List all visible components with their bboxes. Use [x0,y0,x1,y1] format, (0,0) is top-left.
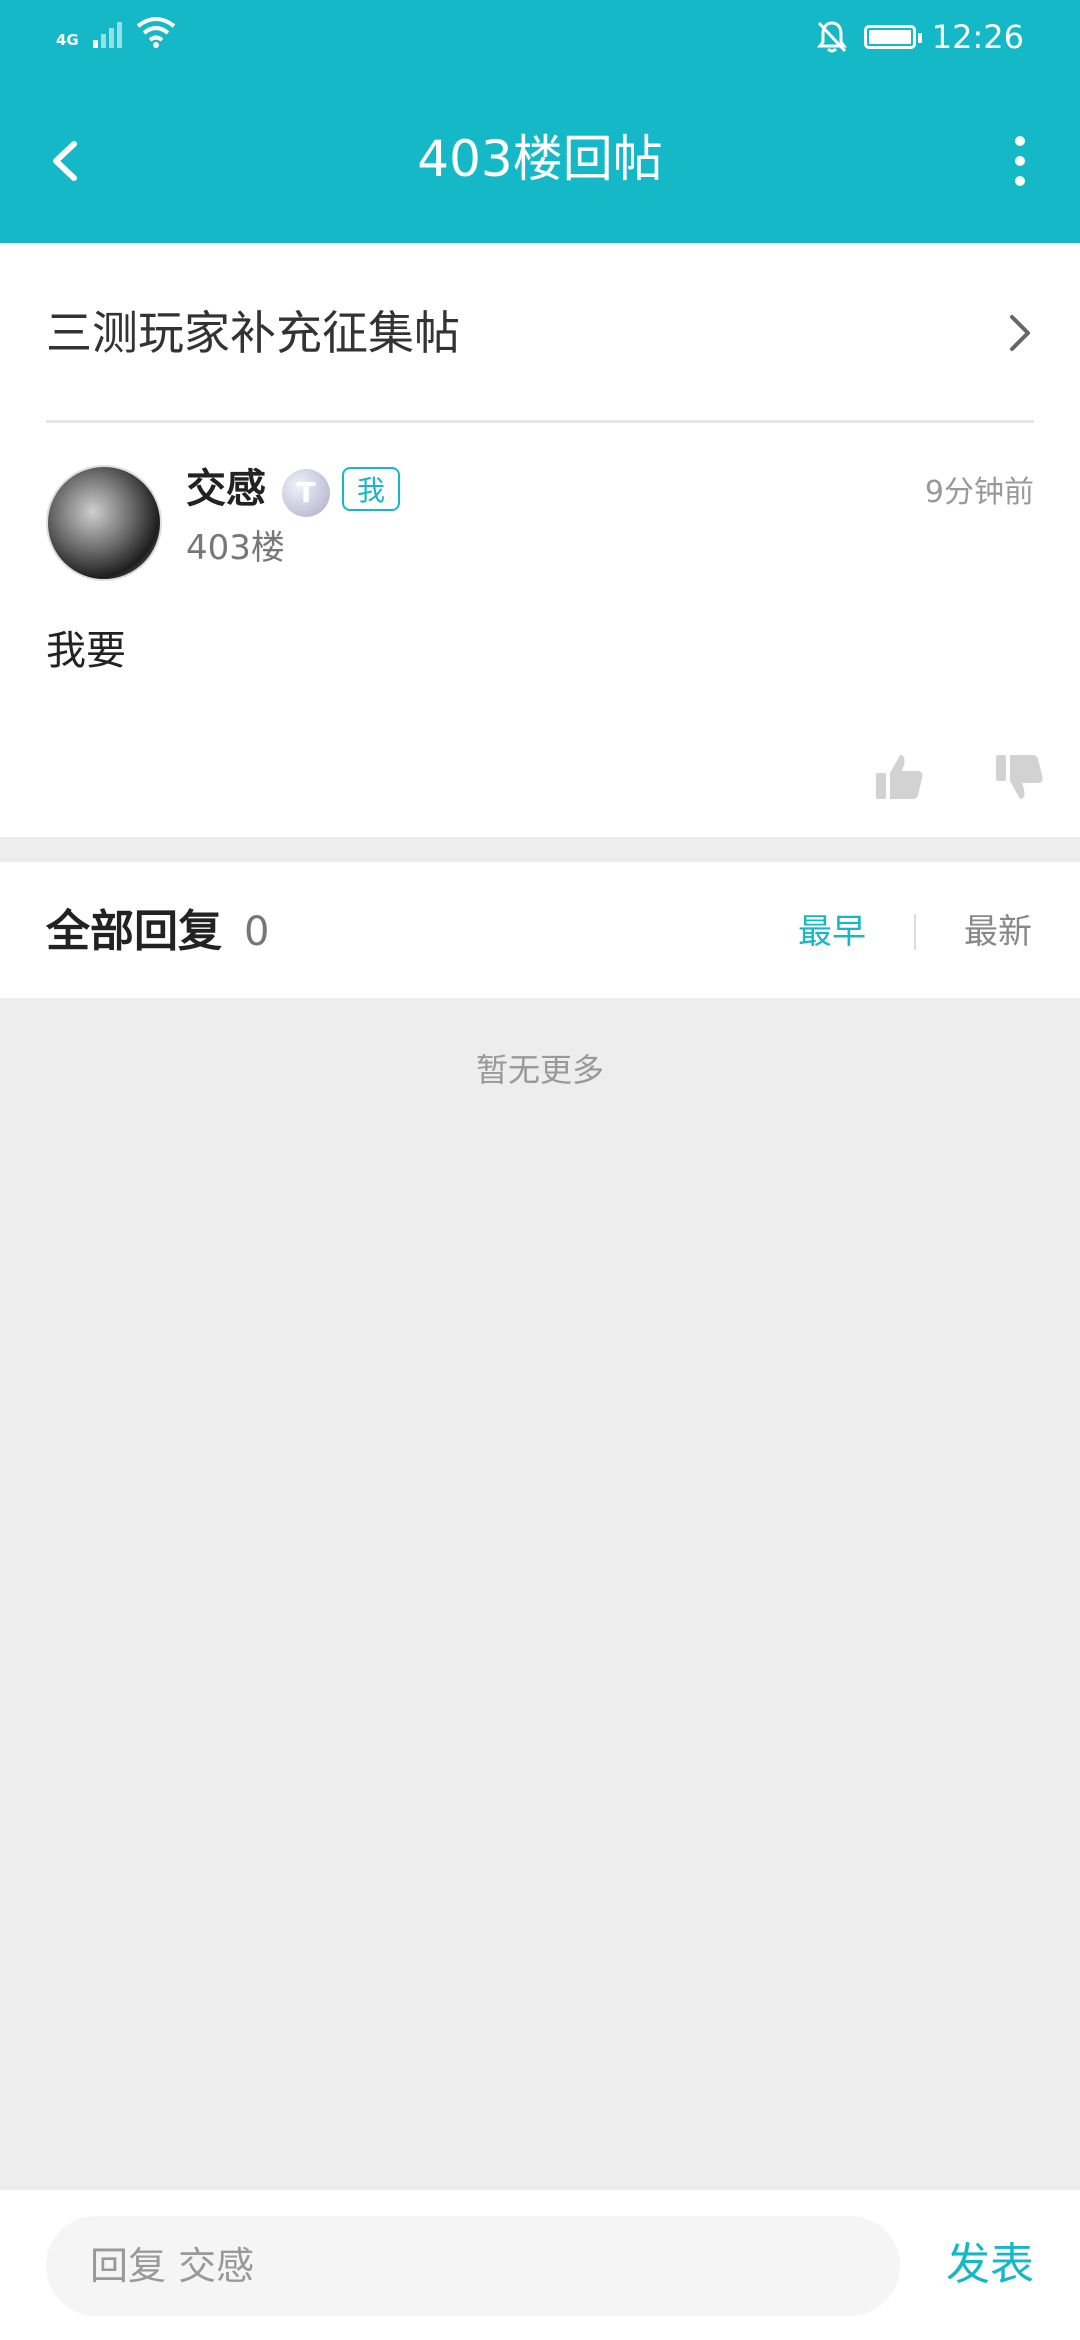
floor-number: 403楼 [186,528,285,568]
chevron-right-icon [1010,315,1030,351]
more-options-button[interactable] [1000,126,1040,196]
divider [46,420,1034,423]
network-label: 4G [56,31,79,49]
thumbs-down-icon [996,755,1043,799]
clock: 12:26 [931,18,1024,56]
replies-title: 全部回复 [46,906,222,957]
sort-divider [914,914,916,950]
reply-input[interactable] [46,2216,900,2316]
username[interactable]: 交感 [186,463,266,515]
status-right: 12:26 [816,18,1024,56]
notifications-off-icon [816,21,847,53]
status-bar: 4G 12:26 [0,0,1080,80]
level-badge: T [282,469,330,517]
more-vertical-icon [1015,136,1025,146]
thumbs-up-icon [876,755,923,799]
status-left: 4G [56,16,176,48]
battery-icon [863,25,922,49]
thread-title: 三测玩家补充征集帖 [46,306,460,360]
me-tag: 我 [342,467,400,511]
page-title: 403楼回帖 [417,130,663,188]
app-bar: 403楼回帖 [0,80,1080,243]
post-content: 我要 [46,628,126,674]
wifi-icon [136,17,175,48]
sort-newest-tab[interactable]: 最新 [964,908,1032,956]
thread-link[interactable]: 三测玩家补充征集帖 [0,243,1080,420]
replies-header: 全部回复 0 最早 最新 [0,862,1080,998]
like-button[interactable] [872,749,928,805]
send-button[interactable]: 发表 [946,2232,1034,2298]
post-time: 9分钟前 [924,475,1034,510]
sort-earliest-tab[interactable]: 最早 [798,908,866,956]
post-card: 三测玩家补充征集帖 交感 T 我 403楼 9分钟前 我要 [0,243,1080,837]
dislike-button[interactable] [992,749,1048,805]
empty-state-text: 暂无更多 [475,1051,604,1089]
reply-composer: 发表 [0,2190,1080,2340]
signal-icon [92,18,122,48]
replies-count: 0 [244,909,270,955]
avatar[interactable] [46,465,162,581]
